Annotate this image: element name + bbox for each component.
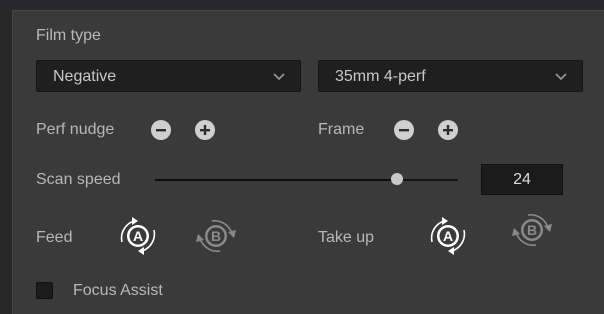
film-format-value: 35mm 4-perf	[335, 68, 426, 85]
focus-assist-label: Focus Assist	[73, 282, 163, 299]
minus-circle-icon	[156, 129, 166, 132]
film-format-dropdown[interactable]: 35mm 4-perf	[318, 60, 583, 92]
scan-speed-label: Scan speed	[36, 171, 121, 188]
chevron-down-icon	[555, 73, 567, 81]
scan-speed-input[interactable]: 24	[481, 164, 563, 195]
plus-circle-icon	[200, 125, 210, 135]
take-up-spool-b-button[interactable]: B	[500, 208, 564, 252]
feed-spool-a-button[interactable]: A	[106, 214, 170, 258]
film-type-dropdown[interactable]: Negative	[36, 60, 301, 92]
feed-spool-a-letter: A	[132, 228, 144, 244]
feed-spool-b-letter: B	[210, 228, 222, 244]
plus-circle-icon	[443, 125, 453, 135]
focus-assist-checkbox[interactable]	[36, 282, 53, 299]
take-up-spool-a-letter: A	[442, 228, 454, 244]
chevron-down-icon	[273, 73, 285, 81]
minus-circle-icon	[399, 129, 409, 132]
feed-spool-b-button[interactable]: B	[184, 214, 248, 258]
perf-nudge-minus-button[interactable]	[151, 120, 171, 140]
take-up-label: Take up	[318, 229, 375, 246]
scan-speed-slider-track[interactable]	[155, 179, 458, 181]
frame-minus-button[interactable]	[394, 120, 414, 140]
take-up-spool-a-button[interactable]: A	[416, 214, 480, 258]
perf-nudge-label: Perf nudge	[36, 121, 115, 138]
perf-nudge-plus-button[interactable]	[195, 120, 215, 140]
film-type-value: Negative	[53, 68, 117, 85]
film-type-label: Film type	[36, 27, 101, 44]
feed-label: Feed	[36, 229, 73, 246]
scan-speed-slider-fill	[155, 179, 398, 181]
frame-plus-button[interactable]	[438, 120, 458, 140]
frame-label: Frame	[318, 121, 365, 138]
take-up-spool-b-letter: B	[526, 222, 538, 238]
scanner-settings-panel	[12, 10, 604, 314]
